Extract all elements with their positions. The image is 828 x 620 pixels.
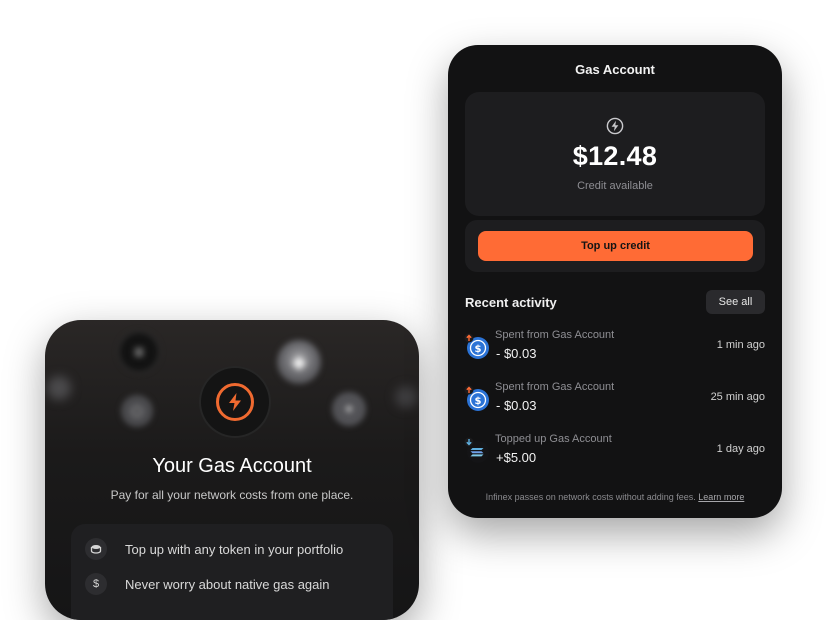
activity-item[interactable]: $ Spent from Gas Account - $0.03 25 min … (464, 381, 766, 417)
activity-time: 25 min ago (710, 391, 765, 403)
activity-amount: +$5.00 (496, 450, 537, 465)
gas-account-phone: Gas Account $12.48 Credit available Top … (448, 45, 782, 518)
footer-text: Infinex passes on network costs without … (485, 492, 696, 502)
activity-item[interactable]: Topped up Gas Account +$5.00 1 day ago (464, 433, 766, 469)
usdc-spent-icon: $ (464, 333, 489, 359)
activity-title: Topped up Gas Account (495, 433, 612, 445)
blurred-token-icon (395, 386, 417, 408)
feature-list: Top up with any token in your portfolio … (71, 524, 393, 620)
balance-amount: $12.48 (572, 141, 658, 171)
onboarding-title: Your Gas Account (152, 455, 312, 477)
activity-time: 1 day ago (716, 443, 765, 455)
usdc-spent-icon: $ (464, 385, 489, 411)
see-all-button[interactable]: See all (706, 290, 765, 314)
svg-text:$: $ (475, 344, 482, 355)
balance-label: Credit available (577, 180, 653, 192)
feature-item: Top up with any token in your portfolio (85, 538, 343, 560)
recent-activity-title: Recent activity (465, 295, 557, 310)
token-icon: ✦ (332, 392, 366, 426)
sol-topup-icon (464, 437, 489, 463)
activity-title: Spent from Gas Account (495, 381, 615, 393)
activity-item[interactable]: $ Spent from Gas Account - $0.03 1 min a… (464, 329, 766, 365)
coins-icon (85, 538, 107, 560)
footer-note: Infinex passes on network costs without … (448, 492, 782, 502)
chainlink-token-icon: ⬡ (121, 395, 153, 427)
solana-token-icon: ≡ (118, 331, 160, 373)
onboarding-subtitle: Pay for all your network costs from one … (110, 488, 354, 502)
feature-text: Top up with any token in your portfolio (125, 541, 344, 557)
activity-title: Spent from Gas Account (495, 329, 615, 341)
ethereum-token-icon: ◆ (277, 340, 321, 384)
activity-time: 1 min ago (716, 339, 765, 351)
svg-text:$: $ (475, 396, 482, 407)
feature-text: Never worry about native gas again (125, 576, 330, 592)
blurred-token-icon (47, 376, 71, 400)
top-up-credit-button[interactable]: Top up credit (478, 231, 753, 261)
onboarding-phone: ≡ ◆ ⬡ ✦ Your Gas Account Pay for all you… (45, 320, 419, 620)
page-title: Gas Account (575, 62, 655, 77)
gas-bolt-icon (201, 368, 269, 436)
activity-amount: - $0.03 (496, 398, 537, 413)
topup-section: Top up credit (465, 220, 765, 272)
dollar-icon: $ (85, 573, 107, 595)
activity-amount: - $0.03 (496, 346, 537, 361)
feature-item: $ Never worry about native gas again (85, 573, 330, 595)
learn-more-link[interactable]: Learn more (698, 492, 744, 502)
bolt-icon (606, 117, 624, 135)
balance-card: $12.48 Credit available (465, 92, 765, 216)
